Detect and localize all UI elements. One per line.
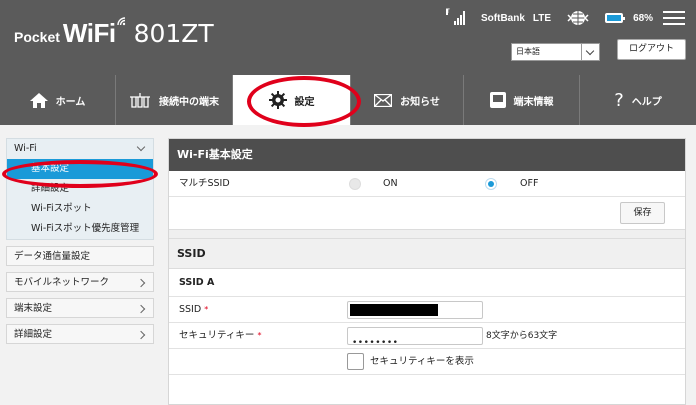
header-bar: Pocket WiFi 801ZT T SoftBank LTE 68% 日本語…: [0, 0, 696, 75]
help-icon: ?: [614, 89, 624, 111]
sidebar-item-label: データ通信量設定: [14, 251, 91, 262]
show-key-checkbox[interactable]: [347, 353, 364, 370]
nav-connected-devices[interactable]: 接続中の端末: [115, 75, 232, 125]
ssid-section-header: SSID: [169, 239, 685, 269]
mail-icon: [374, 93, 393, 107]
sidebar-item-device-settings[interactable]: 端末設定: [6, 298, 154, 318]
nav-device-info[interactable]: 端末情報: [463, 75, 579, 125]
device-info-icon: [489, 92, 506, 108]
nav-settings-label: 設定: [294, 96, 315, 108]
wifi-signal-mark-icon: [116, 17, 126, 29]
security-key-input[interactable]: ••••••••: [347, 327, 483, 348]
sidebar-item-wifi-spot-priority[interactable]: Wi-Fiスポット優先度管理: [7, 219, 153, 239]
status-bar: T SoftBank LTE 68%: [446, 8, 686, 28]
multi-ssid-off-label: OFF: [520, 178, 539, 189]
battery-percent: 68%: [633, 12, 654, 24]
multi-ssid-on-label: ON: [383, 178, 398, 189]
page-title: Wi-Fi基本設定: [169, 139, 685, 171]
nav-help-label: ヘルプ: [631, 96, 662, 108]
logo-pocket: Pocket: [14, 29, 60, 45]
sidebar-item-advanced-settings[interactable]: 詳細設定: [7, 179, 153, 199]
nav-help[interactable]: ? ヘルプ: [579, 75, 696, 125]
chevron-right-icon: [136, 304, 146, 314]
language-value: 日本語: [516, 47, 540, 56]
nav-home-label: ホーム: [55, 96, 86, 108]
sidebar-item-label: 端末設定: [14, 303, 53, 314]
network-type: LTE: [532, 12, 552, 24]
logo-wifi: WiFi: [62, 18, 116, 48]
sidebar-item-data-usage[interactable]: データ通信量設定: [6, 246, 154, 266]
multi-ssid-off-radio[interactable]: [485, 178, 497, 190]
sidebar-item-label: モバイルネットワーク: [14, 277, 110, 288]
nav-notifications[interactable]: お知らせ: [350, 75, 463, 125]
nav-device-info-label: 端末情報: [513, 96, 554, 108]
show-key-row: セキュリティキーを表示: [169, 349, 685, 375]
ssid-input[interactable]: [347, 301, 483, 319]
language-select[interactable]: 日本語: [511, 43, 600, 61]
multi-ssid-label: マルチSSID: [179, 178, 230, 189]
security-key-hint: 8文字から63文字: [486, 331, 558, 341]
devices-icon: [129, 92, 151, 108]
signal-type: T: [446, 9, 450, 15]
sidebar-group-label: Wi-Fi: [14, 143, 37, 154]
globe-icon: [567, 11, 589, 25]
nav-notifications-label: お知らせ: [400, 96, 440, 108]
ssid-redacted-value: [350, 304, 438, 316]
chevron-down-icon: [136, 142, 146, 152]
nav-devices-label: 接続中の端末: [159, 96, 219, 108]
multi-ssid-row: マルチSSID ON OFF: [169, 171, 685, 197]
carrier-name: SoftBank: [481, 12, 525, 24]
nav-home[interactable]: ホーム: [0, 75, 115, 125]
sidebar-item-basic-settings[interactable]: 基本設定: [7, 159, 153, 179]
logo-model: 801ZT: [133, 19, 214, 48]
ssid-label: SSID: [179, 304, 202, 315]
pocketwifi-logo: Pocket WiFi 801ZT: [14, 17, 214, 49]
save-row: 保存: [169, 197, 685, 229]
chevron-down-icon: [581, 44, 599, 60]
security-key-row: セキュリティキー * •••••••• 8文字から63文字: [169, 323, 685, 349]
save-button[interactable]: 保存: [620, 202, 665, 224]
main-nav: ホーム 接続中の端末 設定 お知らせ 端末情報 ? ヘルプ: [0, 75, 696, 125]
required-mark: *: [257, 331, 262, 340]
sidebar-item-label: 詳細設定: [14, 329, 53, 340]
ssid-a-header: SSID A: [169, 269, 685, 297]
security-key-value: ••••••••: [352, 338, 399, 348]
show-key-label: セキュリティキーを表示: [370, 356, 474, 367]
logout-button[interactable]: ログアウト: [617, 39, 686, 60]
home-icon: [29, 92, 48, 108]
sidebar-item-detail-settings[interactable]: 詳細設定: [6, 324, 154, 344]
sidebar-item-mobile-network[interactable]: モバイルネットワーク: [6, 272, 154, 292]
sidebar: Wi-Fi 基本設定 詳細設定 Wi-Fiスポット Wi-Fiスポット優先度管理…: [6, 138, 154, 344]
chevron-right-icon: [136, 278, 146, 288]
security-key-label: セキュリティキー: [179, 330, 255, 341]
multi-ssid-on-radio[interactable]: [349, 178, 361, 190]
required-mark: *: [204, 305, 209, 314]
sidebar-group-wifi: Wi-Fi 基本設定 詳細設定 Wi-Fiスポット Wi-Fiスポット優先度管理: [6, 138, 154, 240]
nav-settings[interactable]: 設定: [232, 75, 350, 125]
signal-strength-icon: T: [446, 9, 465, 25]
gear-icon: [268, 91, 287, 109]
section-divider: [169, 229, 685, 239]
battery-icon: [605, 13, 626, 23]
menu-icon[interactable]: [663, 11, 686, 25]
chevron-right-icon: [136, 330, 146, 340]
sidebar-group-wifi-header[interactable]: Wi-Fi: [7, 139, 153, 159]
main-panel: Wi-Fi基本設定 マルチSSID ON OFF 保存 SSID SSID A …: [168, 138, 686, 405]
sidebar-item-wifi-spot[interactable]: Wi-Fiスポット: [7, 199, 153, 219]
ssid-row: SSID *: [169, 297, 685, 323]
